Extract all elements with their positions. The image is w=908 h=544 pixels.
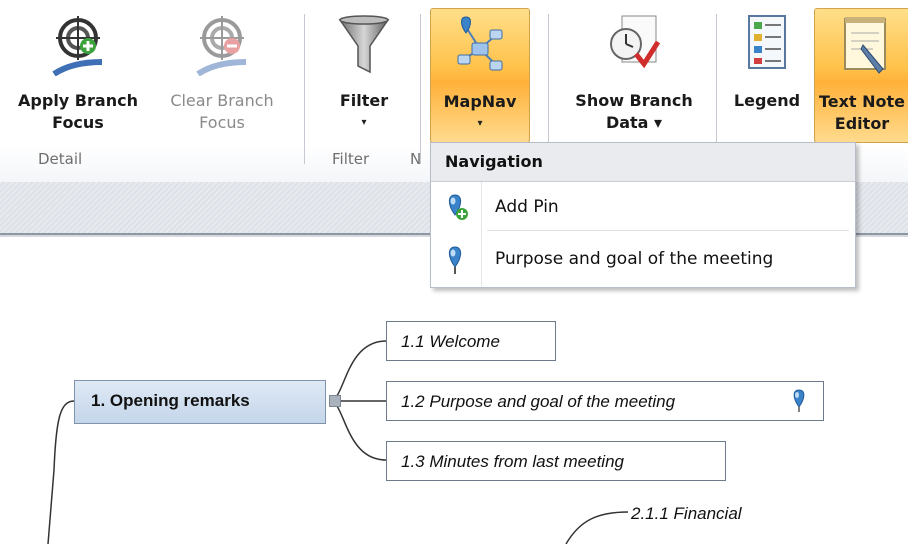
mapnav-dropdown-menu: Navigation Add Pin Purpose and goal of t… — [430, 142, 856, 288]
subtopic-welcome[interactable]: 1.1 Welcome — [386, 321, 556, 361]
collapse-handle[interactable] — [329, 395, 341, 407]
menu-header: Navigation — [431, 143, 855, 182]
menu-item-purpose-goal-pin[interactable]: Purpose and goal of the meeting — [431, 235, 855, 283]
pin-icon — [448, 246, 462, 274]
subtopic-purpose-goal[interactable]: 1.2 Purpose and goal of the meeting — [386, 381, 824, 421]
main-topic-opening-remarks[interactable]: 1. Opening remarks — [74, 380, 326, 424]
subtopic-label: 1.2 Purpose and goal of the meeting — [401, 392, 676, 411]
subtopic-label: 1.1 Welcome — [401, 332, 500, 351]
subtopic-minutes[interactable]: 1.3 Minutes from last meeting — [386, 441, 726, 481]
subtopic-financial[interactable]: 2.1.1 Financial — [631, 504, 742, 524]
menu-header-label: Navigation — [445, 152, 543, 171]
menu-item-label: Purpose and goal of the meeting — [495, 249, 774, 269]
add-pin-icon — [448, 194, 468, 220]
subtopic-label: 1.3 Minutes from last meeting — [401, 452, 624, 471]
menu-item-label: Add Pin — [495, 197, 559, 217]
pin-icon[interactable] — [791, 389, 807, 413]
menu-divider — [487, 230, 849, 231]
menu-item-add-pin[interactable]: Add Pin — [431, 183, 855, 231]
main-topic-label: 1. Opening remarks — [91, 391, 250, 410]
